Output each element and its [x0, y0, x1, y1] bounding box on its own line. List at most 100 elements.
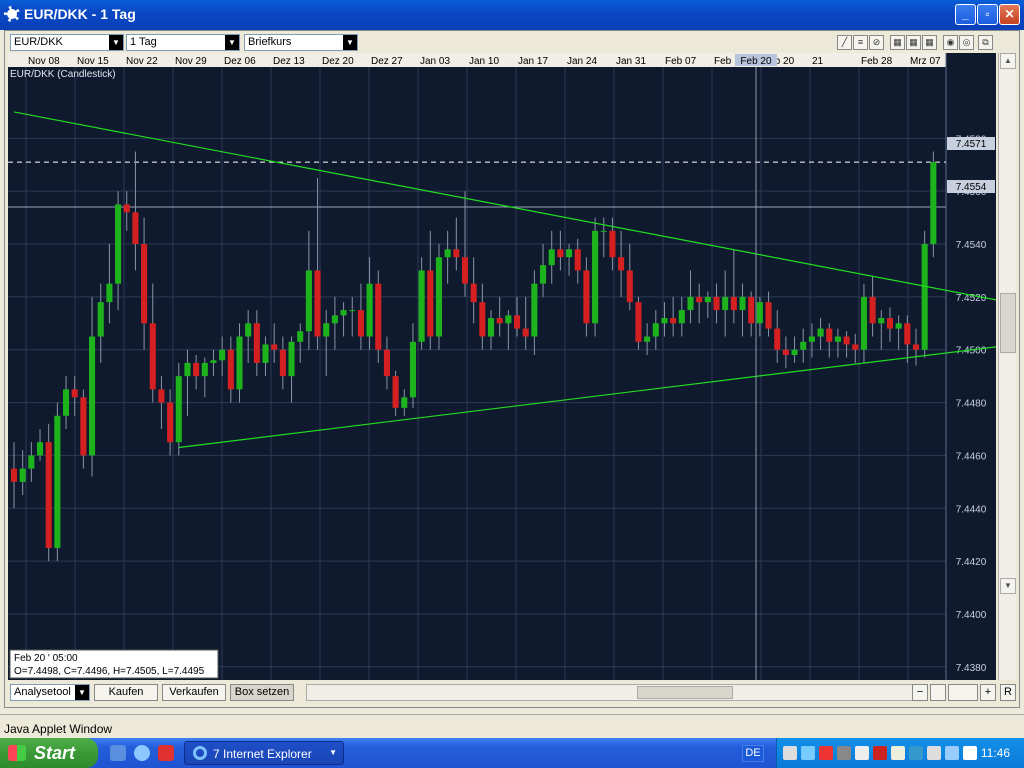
zoom-slider[interactable]: [930, 684, 946, 701]
candle-body: [471, 284, 477, 302]
hline-icon[interactable]: ≡: [853, 35, 868, 50]
candle-body: [705, 297, 711, 302]
y-tick-label: 7.4520: [956, 293, 987, 304]
tray-icon[interactable]: [891, 746, 905, 760]
tray-icon[interactable]: [801, 746, 815, 760]
candle-body: [254, 323, 260, 363]
grid-icon[interactable]: ▦: [922, 35, 937, 50]
vertical-scrollbar[interactable]: ▲ ▼: [998, 53, 1016, 680]
candle-body: [488, 318, 494, 336]
candle-body: [661, 318, 667, 323]
y-tick-label: 7.4380: [956, 663, 987, 674]
scroll-up-icon[interactable]: ▲: [1000, 53, 1016, 69]
clock: 11:46: [981, 746, 1010, 760]
tray-icon[interactable]: [819, 746, 833, 760]
candle-body: [696, 297, 702, 302]
candle-body: [922, 244, 928, 350]
window-title: EUR/DKK - 1 Tag: [24, 6, 136, 22]
x-tick-label: Mrz 07: [910, 56, 941, 67]
chevron-down-icon[interactable]: ▼: [225, 35, 239, 50]
taskbar: Start 7 Internet Explorer ▼ DE 11:46: [0, 738, 1024, 768]
set-box-button[interactable]: Box setzen: [230, 684, 294, 701]
chevron-down-icon: ▼: [329, 748, 337, 757]
candle-body: [228, 350, 234, 390]
minimize-button[interactable]: _: [955, 4, 976, 25]
chart-area[interactable]: Nov 08Nov 15Nov 22Nov 29Dez 06Dez 13Dez …: [8, 53, 996, 680]
zoom-in-icon[interactable]: ◉: [943, 35, 958, 50]
tray-icon[interactable]: [909, 746, 923, 760]
candle-body: [20, 469, 26, 482]
analysis-tool-select[interactable]: Analysetool ▼: [10, 684, 90, 701]
x-tick-label: Dez 20: [322, 56, 354, 67]
candle-body: [54, 416, 60, 548]
marker-price-1: 7.4571: [956, 139, 987, 150]
candle-body: [592, 231, 598, 323]
candle-body: [887, 318, 893, 329]
ie-icon[interactable]: [134, 745, 150, 761]
interval-select[interactable]: 1 Tag ▼: [126, 34, 240, 51]
close-button[interactable]: ✕: [999, 4, 1020, 25]
candle-body: [297, 331, 303, 342]
info-date: Feb 20 ' 05:00: [14, 653, 78, 664]
y-tick-label: 7.4440: [956, 504, 987, 515]
y-tick-label: 7.4420: [956, 557, 987, 568]
tray-icon[interactable]: [783, 746, 797, 760]
buy-button[interactable]: Kaufen: [94, 684, 158, 701]
chevron-down-icon[interactable]: ▼: [109, 35, 123, 50]
network-icon[interactable]: [927, 746, 941, 760]
candle-body: [306, 270, 312, 331]
candle-body: [410, 342, 416, 397]
price-type-value: Briefkurs: [248, 36, 291, 48]
price-type-select[interactable]: Briefkurs ▼: [244, 34, 358, 51]
hscroll-thumb[interactable]: [637, 686, 733, 699]
settings-icon[interactable]: ◎: [959, 35, 974, 50]
volume-icon[interactable]: [855, 746, 869, 760]
chart-background: [8, 53, 996, 680]
candle-body: [904, 323, 910, 344]
symbol-select[interactable]: EUR/DKK ▼: [10, 34, 124, 51]
chevron-down-icon[interactable]: ▼: [75, 685, 89, 700]
explorer-icon[interactable]: [110, 745, 126, 761]
start-button[interactable]: Start: [0, 738, 98, 768]
scroll-down-icon[interactable]: ▼: [1000, 578, 1016, 594]
candle-body: [245, 323, 251, 336]
candle-body: [176, 376, 182, 442]
grid-icon[interactable]: ▦: [906, 35, 921, 50]
candle-body: [341, 310, 347, 315]
candle-body: [514, 315, 520, 328]
candlestick-chart[interactable]: Nov 08Nov 15Nov 22Nov 29Dez 06Dez 13Dez …: [8, 53, 996, 680]
candle-body: [618, 257, 624, 270]
system-tray: 11:46: [776, 738, 1024, 768]
draw-line-icon[interactable]: ╱: [837, 35, 852, 50]
candle-body: [852, 344, 858, 349]
candle-body: [800, 342, 806, 350]
candle-body: [158, 389, 164, 402]
zoom-out-button[interactable]: −: [912, 684, 928, 701]
zoom-track[interactable]: [948, 684, 978, 701]
app-heart-icon[interactable]: [158, 745, 174, 761]
candle-body: [427, 270, 433, 336]
interval-value: 1 Tag: [130, 36, 157, 48]
reset-button[interactable]: R: [1000, 684, 1016, 701]
language-indicator[interactable]: DE: [742, 745, 764, 762]
candle-body: [713, 297, 719, 310]
tray-icon[interactable]: [963, 746, 977, 760]
tray-icon[interactable]: [945, 746, 959, 760]
sell-button[interactable]: Verkaufen: [162, 684, 226, 701]
detach-icon[interactable]: ⧉: [978, 35, 993, 50]
tray-icon[interactable]: [837, 746, 851, 760]
chevron-down-icon[interactable]: ▼: [343, 35, 357, 50]
maximize-button[interactable]: ▫: [977, 4, 998, 25]
task-internet-explorer[interactable]: 7 Internet Explorer ▼: [184, 741, 344, 765]
erase-icon[interactable]: ⊘: [869, 35, 884, 50]
horizontal-scrollbar[interactable]: [306, 684, 918, 701]
grid-icon[interactable]: ▦: [890, 35, 905, 50]
scroll-thumb[interactable]: [1000, 293, 1016, 353]
candle-body: [826, 329, 832, 342]
y-tick-label: 7.4480: [956, 399, 987, 410]
candle-body: [783, 350, 789, 355]
candle-body: [627, 270, 633, 302]
status-text: Java Applet Window: [4, 722, 112, 736]
zoom-in-button[interactable]: +: [980, 684, 996, 701]
tray-icon[interactable]: [873, 746, 887, 760]
